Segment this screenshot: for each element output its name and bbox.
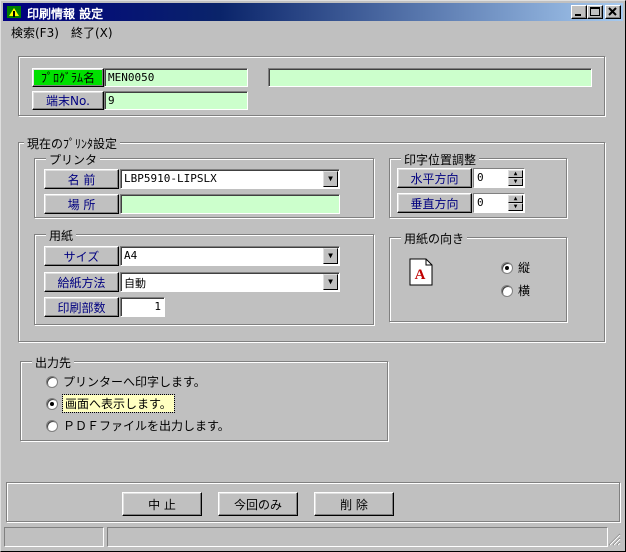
output-pdf-label: ＰＤＦファイルを出力します。 xyxy=(63,419,230,433)
paper-feed-combo[interactable]: 自動 ▼ xyxy=(120,272,340,292)
chevron-down-icon[interactable]: ▼ xyxy=(323,274,338,290)
title-bar[interactable]: 印刷情報 設定 xyxy=(3,3,623,21)
close-button[interactable] xyxy=(605,5,621,19)
printer-group-title: プリンタ xyxy=(46,151,101,168)
spin-down-icon[interactable]: ▼ xyxy=(508,178,523,186)
printer-location-field[interactable] xyxy=(120,194,340,214)
vertical-label[interactable]: 垂直方向 xyxy=(397,193,472,213)
output-printer-radio[interactable]: プリンターへ印字します。 xyxy=(46,373,206,390)
program-name-label[interactable]: ﾌﾟﾛｸﾞﾗﾑ名 xyxy=(32,68,104,87)
spin-down-icon[interactable]: ▼ xyxy=(508,203,523,211)
program-name-field[interactable] xyxy=(268,68,592,87)
horizontal-spinner[interactable]: 0 ▲ ▼ xyxy=(473,168,525,188)
output-screen-radio[interactable]: 画面へ表示します。 xyxy=(46,394,175,413)
printer-name-combo[interactable]: LBP5910-LIPSLX ▼ xyxy=(120,169,340,189)
horizontal-value: 0 xyxy=(477,171,484,184)
output-pdf-radio[interactable]: ＰＤＦファイルを出力します。 xyxy=(46,417,230,434)
paper-feed-label[interactable]: 給紙方法 xyxy=(44,272,119,292)
vertical-value: 0 xyxy=(477,196,484,209)
terminal-no-field[interactable]: 9 xyxy=(104,91,248,110)
minimize-button[interactable] xyxy=(571,5,587,19)
printer-name-label[interactable]: 名 前 xyxy=(44,169,119,189)
printer-location-label[interactable]: 場 所 xyxy=(44,194,119,214)
program-code-field[interactable]: MEN0050 xyxy=(104,68,248,87)
spin-up-icon[interactable]: ▲ xyxy=(508,170,523,178)
this-time-only-button[interactable]: 今回のみ xyxy=(218,492,298,516)
status-pane-main xyxy=(107,527,608,547)
print-position-title: 印字位置調整 xyxy=(401,151,480,168)
radio-unselected-icon xyxy=(46,375,58,388)
spin-up-icon[interactable]: ▲ xyxy=(508,195,523,203)
copies-label[interactable]: 印刷部数 xyxy=(44,297,119,317)
radio-selected-icon xyxy=(46,397,58,410)
output-screen-label: 画面へ表示します。 xyxy=(62,394,175,413)
radio-unselected-icon xyxy=(501,284,513,297)
app-icon xyxy=(7,6,21,18)
status-pane-left xyxy=(4,527,104,547)
cancel-button[interactable]: 中 止 xyxy=(122,492,202,516)
paper-feed-value: 自動 xyxy=(124,277,146,290)
menu-search[interactable]: 検索(F3) xyxy=(11,24,59,41)
vertical-spinner[interactable]: 0 ▲ ▼ xyxy=(473,193,525,213)
menu-bar: 検索(F3) 終了(X) xyxy=(3,22,623,40)
printer-settings-title: 現在のﾌﾟﾘﾝﾀ設定 xyxy=(24,135,121,152)
paper-size-combo[interactable]: A4 ▼ xyxy=(120,246,340,266)
orientation-landscape-radio[interactable]: 横 xyxy=(501,282,530,299)
vertical-spin-buttons: ▲ ▼ xyxy=(508,195,523,211)
window-title: 印刷情報 設定 xyxy=(27,7,104,21)
app-window: 印刷情報 設定 検索(F3) 終了(X) ﾌﾟﾛｸﾞﾗﾑ名 MEN0050 端末… xyxy=(0,0,626,552)
orientation-title: 用紙の向き xyxy=(401,230,468,247)
paper-group-title: 用紙 xyxy=(46,227,77,244)
horizontal-label[interactable]: 水平方向 xyxy=(397,168,472,188)
menu-exit[interactable]: 終了(X) xyxy=(71,24,113,41)
maximize-button[interactable] xyxy=(587,5,603,19)
terminal-no-label[interactable]: 端末No. xyxy=(32,91,104,110)
chevron-down-icon[interactable]: ▼ xyxy=(323,248,338,264)
copies-field[interactable]: 1 xyxy=(120,297,165,317)
status-bar xyxy=(4,527,622,547)
orientation-portrait-radio[interactable]: 縦 xyxy=(501,259,530,276)
radio-unselected-icon xyxy=(46,419,58,432)
close-icon xyxy=(608,7,617,16)
button-panel xyxy=(6,482,620,522)
output-group-title: 出力先 xyxy=(32,354,75,371)
maximize-icon xyxy=(590,7,600,16)
radio-selected-icon xyxy=(501,261,513,274)
paper-size-value: A4 xyxy=(124,249,138,262)
orientation-portrait-label: 縦 xyxy=(518,261,531,275)
orientation-landscape-label: 横 xyxy=(518,284,531,298)
chevron-down-icon[interactable]: ▼ xyxy=(323,171,338,187)
printer-name-value: LBP5910-LIPSLX xyxy=(124,172,217,185)
horizontal-spin-buttons: ▲ ▼ xyxy=(508,170,523,186)
paper-size-label[interactable]: サイズ xyxy=(44,246,119,266)
portrait-page-glyph: A xyxy=(415,267,426,283)
portrait-page-icon: A xyxy=(409,258,433,286)
minimize-icon xyxy=(575,14,581,16)
output-printer-label: プリンターへ印字します。 xyxy=(63,375,206,389)
resize-grip-icon[interactable] xyxy=(608,533,621,546)
delete-button[interactable]: 削 除 xyxy=(314,492,394,516)
